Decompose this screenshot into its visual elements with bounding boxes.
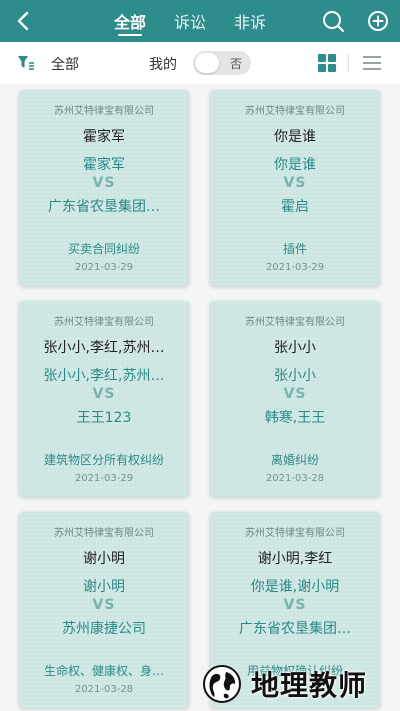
card-cause: 买卖合同纠纷 — [67, 242, 140, 256]
globe-logo-icon — [203, 665, 241, 703]
card-defendant: 霍启 — [281, 199, 309, 215]
card-vs: VS — [283, 175, 307, 191]
card-title: 张小小,李红,苏州… — [43, 340, 165, 356]
filter-icon[interactable] — [17, 55, 35, 71]
card-cause: 插件 — [282, 242, 307, 256]
card-cause: 离婚纠纷 — [270, 453, 319, 467]
card-date: 2021-03-29 — [74, 473, 134, 484]
toggle-knob — [195, 53, 219, 73]
add-button[interactable] — [366, 9, 390, 33]
top-bar: 全部 诉讼 非诉 — [0, 0, 400, 42]
add-circle-icon — [368, 11, 388, 31]
toggle-value: 否 — [230, 57, 243, 71]
card-title: 霍家军 — [83, 129, 125, 145]
watermark-text: 地理教师 — [251, 669, 368, 702]
filter-scope-label[interactable]: 全部 — [51, 54, 79, 74]
card-date: 2021-03-29 — [74, 262, 134, 273]
card-vs: VS — [283, 386, 307, 402]
card-title: 谢小明 — [83, 551, 125, 567]
search-icon — [323, 11, 344, 32]
card-defendant: 苏州康捷公司 — [62, 621, 146, 637]
card-vs: VS — [92, 175, 116, 191]
case-card[interactable]: 苏州艾特律宝有限公司 谢小明 谢小明 VS 苏州康捷公司 生命权、健康权、身… … — [19, 512, 189, 708]
card-date: 2021-03-29 — [265, 262, 325, 273]
card-plaintiff: 张小小,李红,苏州… — [43, 368, 165, 384]
card-defendant: 广东省农垦集团… — [48, 199, 160, 215]
card-title: 张小小 — [274, 340, 316, 356]
card-company: 苏州艾特律宝有限公司 — [54, 106, 154, 117]
card-company: 苏州艾特律宝有限公司 — [245, 528, 345, 539]
card-vs: VS — [92, 597, 116, 613]
tab-all[interactable]: 全部 — [100, 0, 160, 42]
mine-label: 我的 — [149, 57, 177, 73]
list-view-icon[interactable] — [363, 55, 381, 71]
tab-bar: 全部 诉讼 非诉 — [100, 0, 280, 42]
card-date: 2021-03-28 — [265, 473, 325, 484]
card-company: 苏州艾特律宝有限公司 — [245, 317, 345, 328]
card-title: 谢小明,李红 — [257, 551, 333, 567]
search-button[interactable] — [321, 9, 345, 33]
card-plaintiff: 霍家军 — [83, 157, 125, 173]
back-button[interactable] — [10, 7, 38, 35]
card-title: 你是谁 — [274, 129, 316, 145]
card-date: 2021-03-28 — [74, 684, 134, 695]
case-card[interactable]: 苏州艾特律宝有限公司 张小小 张小小 VS 韩寒,王王 离婚纠纷 2021-03… — [210, 301, 380, 497]
grid-view-icon[interactable] — [318, 54, 336, 72]
case-card[interactable]: 苏州艾特律宝有限公司 张小小,李红,苏州… 张小小,李红,苏州… VS 王王12… — [19, 301, 189, 497]
case-card-grid: 苏州艾特律宝有限公司 霍家军 霍家军 VS 广东省农垦集团… 买卖合同纠纷 20… — [0, 84, 400, 711]
card-company: 苏州艾特律宝有限公司 — [54, 317, 154, 328]
card-vs: VS — [92, 386, 116, 402]
card-plaintiff: 你是谁 — [274, 157, 316, 173]
card-company: 苏州艾特律宝有限公司 — [245, 106, 345, 117]
back-arrow-icon — [17, 11, 29, 31]
card-company: 苏州艾特律宝有限公司 — [54, 528, 154, 539]
card-plaintiff: 你是谁,谢小明 — [250, 579, 340, 595]
card-defendant: 韩寒,王王 — [264, 410, 326, 426]
card-cause: 建筑物区分所有权纠纷 — [43, 453, 164, 467]
card-vs: VS — [283, 597, 307, 613]
card-cause: 生命权、健康权、身… — [43, 664, 164, 678]
card-defendant: 王王123 — [76, 410, 132, 426]
view-separator — [348, 54, 349, 72]
case-card[interactable]: 苏州艾特律宝有限公司 你是谁 你是谁 VS 霍启 插件 2021-03-29 — [210, 90, 380, 286]
filter-bar: 全部 我的 否 — [0, 42, 400, 84]
tab-non-litigation[interactable]: 非诉 — [220, 0, 280, 42]
card-plaintiff: 谢小明 — [83, 579, 125, 595]
tab-litigation[interactable]: 诉讼 — [160, 0, 220, 42]
case-card[interactable]: 苏州艾特律宝有限公司 霍家军 霍家军 VS 广东省农垦集团… 买卖合同纠纷 20… — [19, 90, 189, 286]
mine-toggle[interactable]: 否 — [193, 51, 251, 75]
watermark: 地理教师 — [195, 660, 400, 711]
card-plaintiff: 张小小 — [274, 368, 316, 384]
card-defendant: 广东省农垦集团… — [239, 621, 351, 637]
